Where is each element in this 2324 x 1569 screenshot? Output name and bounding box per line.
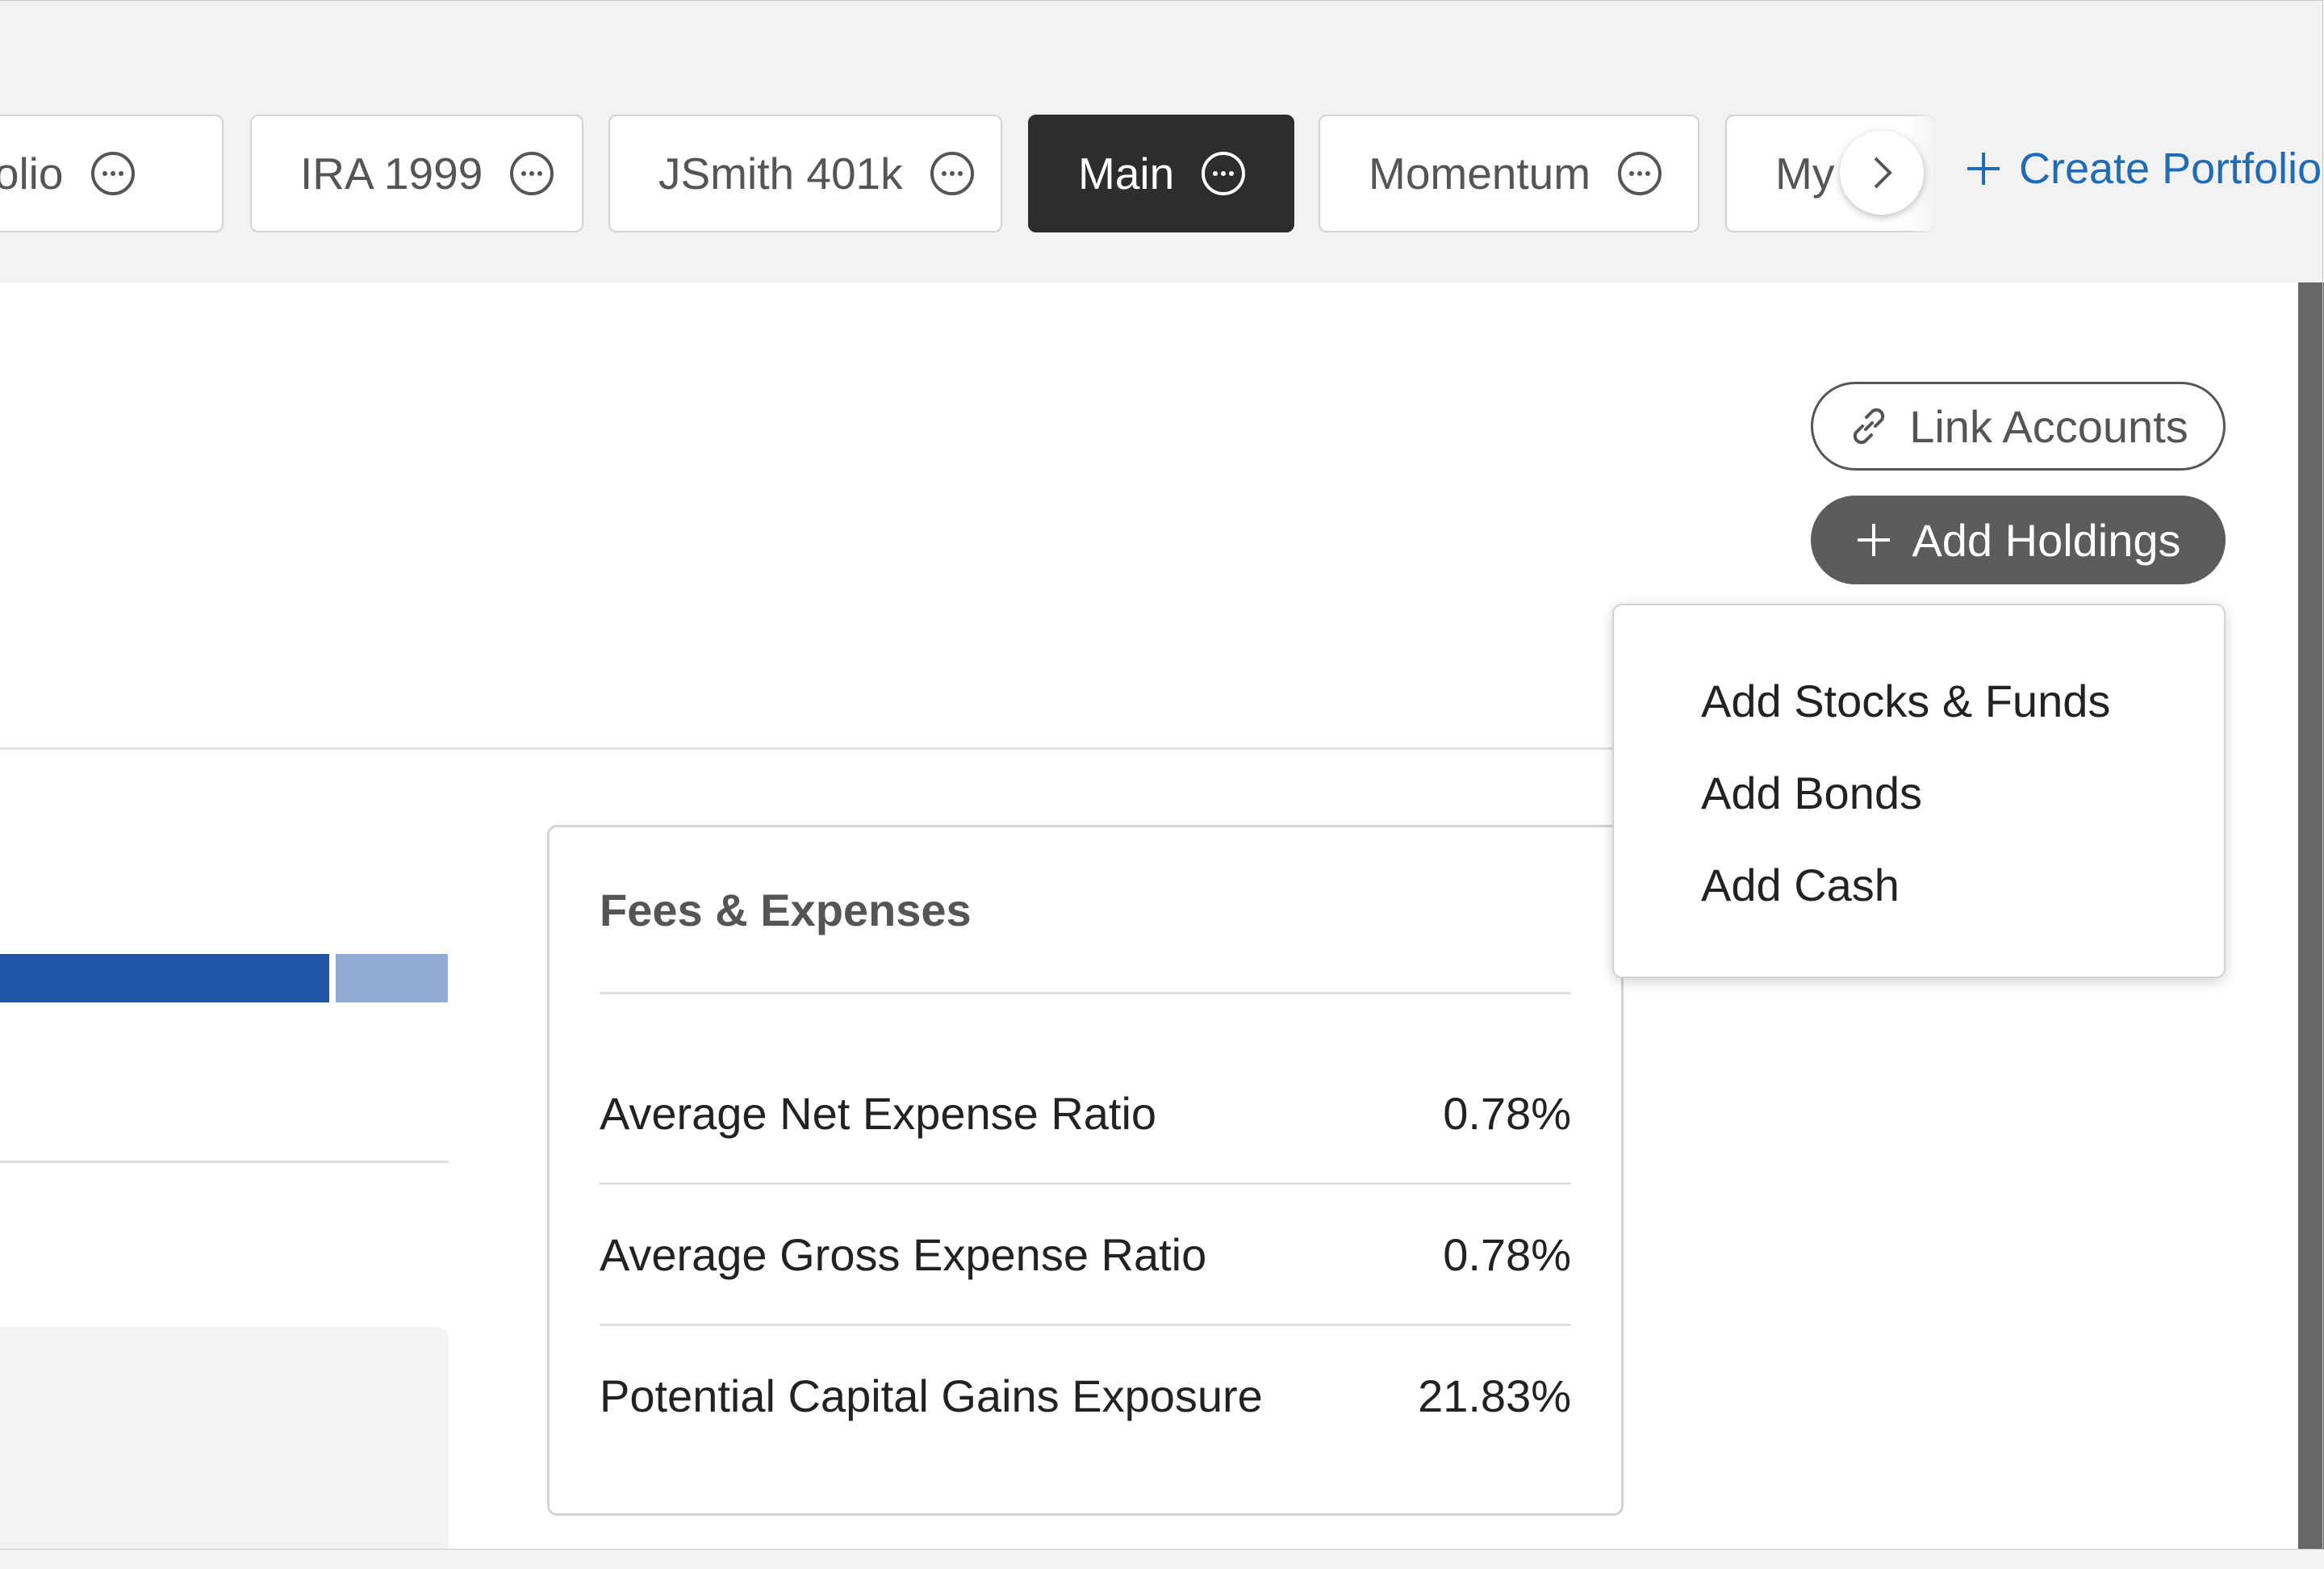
more-options-icon[interactable]: [510, 152, 554, 195]
row-divider: [600, 1324, 1571, 1326]
section-divider: [0, 747, 1614, 750]
fee-label: Potential Capital Gains Exposure: [600, 1370, 1263, 1421]
plus-icon: [1858, 524, 1891, 556]
menu-item-add-bonds[interactable]: Add Bonds: [1701, 767, 1922, 819]
tab-main[interactable]: Main: [1028, 115, 1294, 232]
tab-jsmith-401k[interactable]: JSmith 401k: [608, 115, 1002, 232]
plus-icon: [1967, 153, 2000, 185]
more-options-icon[interactable]: [90, 152, 135, 195]
more-options-icon[interactable]: [930, 152, 974, 195]
more-options-icon[interactable]: [1618, 152, 1662, 195]
create-portfolio-label: Create Portfolio: [2019, 144, 2322, 193]
card-divider: [600, 992, 1571, 994]
row-divider: [600, 1182, 1571, 1185]
tab-label: My: [1775, 149, 1835, 199]
tab-momentum[interactable]: Momentum: [1319, 115, 1699, 232]
chevron-right-icon: [1874, 157, 1892, 189]
tab-ira-1999[interactable]: IRA 1999: [250, 115, 583, 232]
scrollbar[interactable]: [2298, 282, 2324, 1550]
add-holdings-label: Add Holdings: [1912, 514, 2181, 566]
add-holdings-menu: Add Stocks & Funds Add Bonds Add Cash: [1612, 604, 2226, 978]
tab-portfolio[interactable]: rtfolio: [0, 115, 224, 232]
more-options-icon[interactable]: [1202, 152, 1246, 195]
left-panel-box: [0, 1327, 449, 1569]
link-icon: [1854, 408, 1885, 445]
fee-label: Average Net Expense Ratio: [600, 1088, 1157, 1139]
fee-value: 0.78%: [1443, 1229, 1571, 1280]
fee-value: 21.83%: [1418, 1370, 1571, 1421]
tab-label: rtfolio: [0, 149, 64, 199]
left-panel-divider: [0, 1161, 449, 1163]
allocation-bar-primary: [0, 954, 329, 1002]
add-holdings-button[interactable]: Add Holdings: [1811, 496, 2226, 584]
link-accounts-button[interactable]: Link Accounts: [1811, 382, 2226, 471]
fee-row: Potential Capital Gains Exposure 21.83%: [600, 1370, 1571, 1422]
scroll-tabs-right-button[interactable]: [1840, 131, 1924, 215]
portfolio-tab-bar: rtfolio IRA 1999 JSmith 401k Main Moment…: [0, 0, 2324, 282]
tab-label: JSmith 401k: [658, 149, 903, 199]
link-accounts-label: Link Accounts: [1909, 400, 2188, 452]
card-title: Fees & Expenses: [600, 885, 972, 935]
allocation-bar-secondary: [336, 954, 448, 1002]
fee-row: Average Gross Expense Ratio 0.78%: [600, 1228, 1571, 1281]
tab-label: Momentum: [1369, 149, 1591, 199]
menu-item-add-cash[interactable]: Add Cash: [1701, 859, 1900, 911]
menu-item-add-stocks-funds[interactable]: Add Stocks & Funds: [1701, 675, 2110, 727]
fee-value: 0.78%: [1443, 1088, 1571, 1139]
fees-expenses-card: Fees & Expenses Average Net Expense Rati…: [547, 825, 1624, 1516]
tab-label: Main: [1078, 149, 1175, 199]
fee-row: Average Net Expense Ratio 0.78%: [600, 1087, 1571, 1140]
fee-label: Average Gross Expense Ratio: [600, 1229, 1207, 1280]
tab-label: IRA 1999: [300, 149, 483, 199]
create-portfolio-link[interactable]: Create Portfolio: [1966, 144, 2322, 194]
